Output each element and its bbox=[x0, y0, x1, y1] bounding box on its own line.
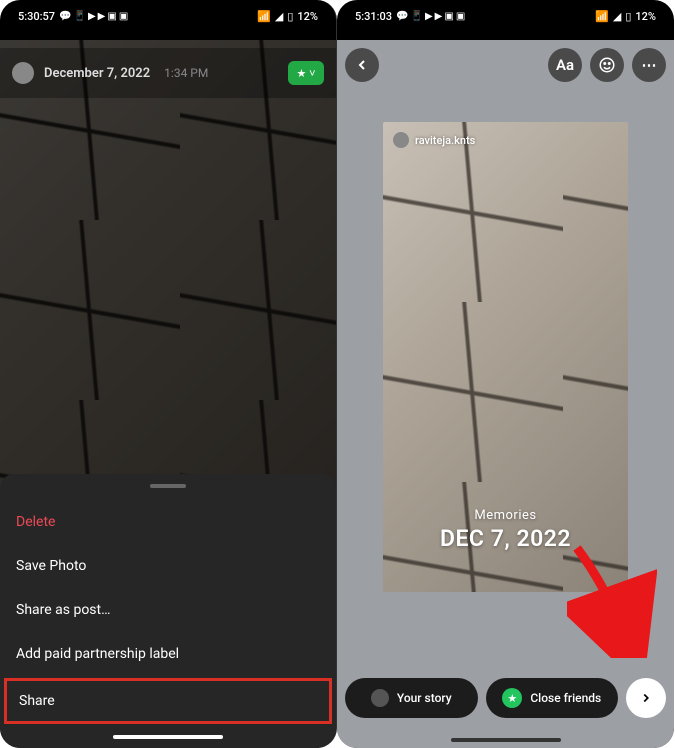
options-bottom-sheet: Delete Save Photo Share as post… Add pai… bbox=[0, 474, 336, 748]
story-share-footer: Your story ★ Close friends bbox=[345, 678, 666, 718]
status-time: 5:31:03 bbox=[355, 10, 392, 23]
text-tool-button[interactable]: Aa bbox=[548, 48, 582, 82]
signal-icon: ◢ bbox=[613, 10, 621, 23]
status-bar: 5:30:57 💬📱▶▶▣▣ 📶 ◢ ▯ 12% bbox=[0, 0, 336, 32]
more-options-button[interactable]: ⋯ bbox=[632, 48, 666, 82]
status-bar: 5:31:03 💬📱▶▶▣▣ 📶 ◢ ▯ 12% bbox=[337, 0, 674, 32]
your-story-button[interactable]: Your story bbox=[345, 678, 478, 718]
archive-photo-screen: 5:30:57 💬📱▶▶▣▣ 📶 ◢ ▯ 12% December 7, 202… bbox=[0, 0, 337, 748]
username-label: raviteja.knts bbox=[415, 134, 475, 147]
battery-percent: 12% bbox=[297, 10, 318, 23]
status-notification-icons: 💬📱▶▶▣▣ bbox=[59, 11, 128, 22]
sheet-handle[interactable] bbox=[150, 484, 186, 488]
story-editor-screen: 5:31:03 💬📱▶▶▣▣ 📶 ◢ ▯ 12% Aa ⋯ bbox=[337, 0, 674, 748]
battery-percent: 12% bbox=[635, 10, 656, 23]
status-notification-icons: 💬📱▶▶▣▣ bbox=[396, 11, 465, 22]
close-friends-star-icon: ★ bbox=[502, 688, 522, 708]
share-option[interactable]: Share bbox=[4, 678, 332, 724]
avatar-icon bbox=[371, 689, 389, 707]
delete-option[interactable]: Delete bbox=[0, 500, 336, 544]
close-friends-badge[interactable]: ★ ˅ bbox=[288, 61, 324, 85]
save-photo-option[interactable]: Save Photo bbox=[0, 544, 336, 588]
nav-bar bbox=[0, 726, 336, 748]
photo-header: December 7, 2022 1:34 PM ★ ˅ bbox=[0, 48, 336, 98]
share-as-post-option[interactable]: Share as post… bbox=[0, 588, 336, 632]
close-friends-label: Close friends bbox=[530, 691, 601, 705]
story-preview[interactable]: raviteja.knts Memories DEC 7, 2022 bbox=[383, 122, 628, 592]
battery-icon: ▯ bbox=[287, 10, 293, 23]
nav-handle[interactable] bbox=[113, 735, 223, 739]
memories-date: DEC 7, 2022 bbox=[383, 525, 628, 552]
wifi-icon: 📶 bbox=[595, 10, 609, 23]
editor-toolbar: Aa ⋯ bbox=[345, 48, 666, 82]
status-time: 5:30:57 bbox=[18, 10, 55, 23]
photo-date: December 7, 2022 bbox=[44, 66, 150, 81]
next-button[interactable] bbox=[626, 678, 666, 718]
your-story-label: Your story bbox=[397, 691, 452, 705]
memories-overlay: Memories DEC 7, 2022 bbox=[383, 508, 628, 552]
nav-handle[interactable] bbox=[451, 738, 561, 742]
close-friends-button[interactable]: ★ Close friends bbox=[486, 678, 619, 718]
add-paid-partnership-option[interactable]: Add paid partnership label bbox=[0, 632, 336, 676]
back-button[interactable] bbox=[345, 48, 379, 82]
sticker-button[interactable] bbox=[590, 48, 624, 82]
battery-icon: ▯ bbox=[625, 10, 631, 23]
memories-label: Memories bbox=[383, 508, 628, 523]
avatar-icon bbox=[393, 132, 409, 148]
archive-photo[interactable] bbox=[0, 40, 336, 530]
signal-icon: ◢ bbox=[275, 10, 283, 23]
avatar[interactable] bbox=[12, 62, 34, 84]
wifi-icon: 📶 bbox=[257, 10, 271, 23]
story-username-badge: raviteja.knts bbox=[393, 132, 475, 148]
photo-time: 1:34 PM bbox=[164, 66, 208, 80]
story-editor-canvas: Aa ⋯ raviteja.knts Memories DEC 7, 2022 … bbox=[337, 40, 674, 748]
